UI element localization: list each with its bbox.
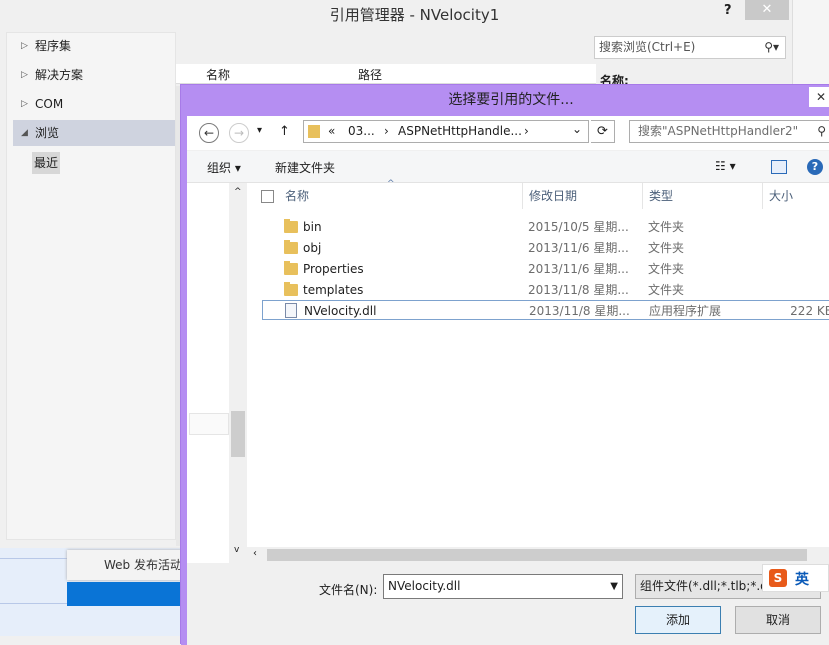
dialog-close-button[interactable]: ✕ xyxy=(809,87,829,107)
web-publish-activity-tab[interactable]: Web 发布活动 xyxy=(67,550,182,580)
search-icon: ⚲▾ xyxy=(764,40,779,54)
tree-item-recent[interactable]: 最近 xyxy=(32,152,61,174)
scroll-down-icon[interactable]: v xyxy=(234,545,239,555)
select-all-checkbox[interactable] xyxy=(261,190,274,203)
ime-status[interactable]: S 英 xyxy=(762,564,829,592)
status-bar xyxy=(67,582,182,606)
horizontal-scrollbar[interactable]: ‹ xyxy=(247,547,829,563)
up-button[interactable]: ↑ xyxy=(279,124,290,139)
tree-item-browse[interactable]: ◢ 浏览 xyxy=(13,120,175,146)
navigation-bar: ← → ▾ ↑ « 03... › ASPNetHttpHandle... › … xyxy=(187,116,829,150)
expand-arrow-icon: ▷ xyxy=(21,70,28,80)
breadcrumb-segment[interactable]: ASPNetHttpHandle... xyxy=(398,124,522,138)
address-dropdown-icon[interactable]: ⌄ xyxy=(572,122,582,136)
dialog-footer: 文件名(N): NVelocity.dll ▼ 组件文件(*.dll;*.tlb… xyxy=(187,563,829,645)
collapse-arrow-icon: ◢ xyxy=(21,128,28,138)
ime-language[interactable]: 英 xyxy=(795,569,809,589)
dialog-title: 选择要引用的文件... xyxy=(181,85,829,116)
cancel-button[interactable]: 取消 xyxy=(735,606,821,634)
add-button[interactable]: 添加 xyxy=(635,606,721,634)
tree-item-label: 程序集 xyxy=(35,39,72,53)
folder-icon xyxy=(284,282,298,296)
file-row[interactable]: bin 2015/10/5 星期... 文件夹 xyxy=(262,217,829,237)
scroll-left-icon[interactable]: ‹ xyxy=(253,548,257,559)
column-path[interactable]: 路径 xyxy=(358,66,382,83)
tree-item-label: 解决方案 xyxy=(35,68,84,82)
file-row[interactable]: templates 2013/11/8 星期... 文件夹 xyxy=(262,280,829,300)
help-icon[interactable]: ? xyxy=(807,159,823,175)
address-bar[interactable]: « 03... › ASPNetHttpHandle... › ⌄ xyxy=(303,120,589,143)
tree-item-label: COM xyxy=(35,97,64,111)
scroll-up-icon[interactable]: ^ xyxy=(234,187,242,197)
tree-item-assemblies[interactable]: ▷ 程序集 xyxy=(13,33,175,59)
filename-combobox[interactable]: NVelocity.dll ▼ xyxy=(383,574,623,599)
dll-file-icon xyxy=(285,303,297,318)
file-row-selected[interactable]: NVelocity.dll 2013/11/8 星期... 应用程序扩展 222… xyxy=(262,300,829,320)
window-title: 引用管理器 - NVelocity1 xyxy=(329,6,500,24)
column-header-size[interactable]: 大小 xyxy=(763,183,829,209)
scroll-thumb[interactable] xyxy=(267,549,807,561)
filename-label: 文件名(N): xyxy=(319,583,378,597)
breadcrumb-separator: › xyxy=(524,124,529,138)
tree-item-solution[interactable]: ▷ 解决方案 xyxy=(13,62,175,88)
expand-arrow-icon: ▷ xyxy=(21,99,28,109)
column-header-type[interactable]: 类型 xyxy=(643,183,763,209)
forward-button[interactable]: → xyxy=(229,123,249,143)
breadcrumb-segment[interactable]: 03... xyxy=(348,124,375,138)
help-button[interactable]: ? xyxy=(724,3,732,18)
file-row[interactable]: Properties 2013/11/6 星期... 文件夹 xyxy=(262,259,829,279)
sort-arrow-icon: ^ xyxy=(387,179,395,189)
navigation-scrollbar[interactable]: ^ v xyxy=(229,183,247,563)
close-button[interactable]: ✕ xyxy=(745,0,789,20)
scroll-thumb[interactable] xyxy=(231,411,245,457)
file-row[interactable]: obj 2013/11/6 星期... 文件夹 xyxy=(262,238,829,258)
bottom-frame xyxy=(0,558,67,604)
category-tree: ▷ 程序集 ▷ 解决方案 ▷ COM ◢ 浏览 xyxy=(6,32,176,540)
breadcrumb-separator: › xyxy=(384,124,389,138)
back-button[interactable]: ← xyxy=(199,123,219,143)
toolbar: 组织 ▾ 新建文件夹 ☷ ▾ ? xyxy=(187,151,829,183)
file-list: 名称 ^ 修改日期 类型 大小 bin 2015/10/5 星期... 文件夹 … xyxy=(247,179,829,563)
column-header-modified[interactable]: 修改日期 xyxy=(523,183,643,209)
organize-menu[interactable]: 组织 ▾ xyxy=(207,159,241,176)
folder-icon xyxy=(308,125,320,138)
navigation-pane-item[interactable] xyxy=(189,413,229,435)
search-input[interactable]: 搜索浏览(Ctrl+E) ⚲▾ xyxy=(594,36,786,59)
folder-icon xyxy=(284,240,298,254)
filename-value: NVelocity.dll xyxy=(388,579,461,593)
refresh-button[interactable]: ⟳ xyxy=(591,120,615,143)
column-header-name[interactable]: 名称 xyxy=(281,183,523,209)
folder-icon xyxy=(284,261,298,275)
reference-table-header: 名称 路径 xyxy=(176,64,596,84)
sogou-logo-icon: S xyxy=(769,569,787,587)
expand-arrow-icon: ▷ xyxy=(21,41,28,51)
chevron-down-icon[interactable]: ▼ xyxy=(610,575,618,598)
preview-pane-icon[interactable] xyxy=(771,160,787,174)
view-options-button[interactable]: ☷ ▾ xyxy=(715,159,736,173)
search-input[interactable]: 搜索"ASPNetHttpHandler2" ⚲ xyxy=(629,120,829,143)
search-icon: ⚲ xyxy=(817,124,826,138)
file-open-dialog: 选择要引用的文件... ✕ ← → ▾ ↑ « 03... › ASPNetHt… xyxy=(180,84,829,645)
column-name[interactable]: 名称 xyxy=(206,66,230,83)
tree-item-label: 浏览 xyxy=(35,126,60,140)
folder-icon xyxy=(284,219,298,233)
history-dropdown-icon[interactable]: ▾ xyxy=(257,125,262,136)
tree-item-com[interactable]: ▷ COM xyxy=(13,91,175,117)
new-folder-button[interactable]: 新建文件夹 xyxy=(275,159,335,176)
breadcrumb-overflow[interactable]: « xyxy=(328,124,335,138)
